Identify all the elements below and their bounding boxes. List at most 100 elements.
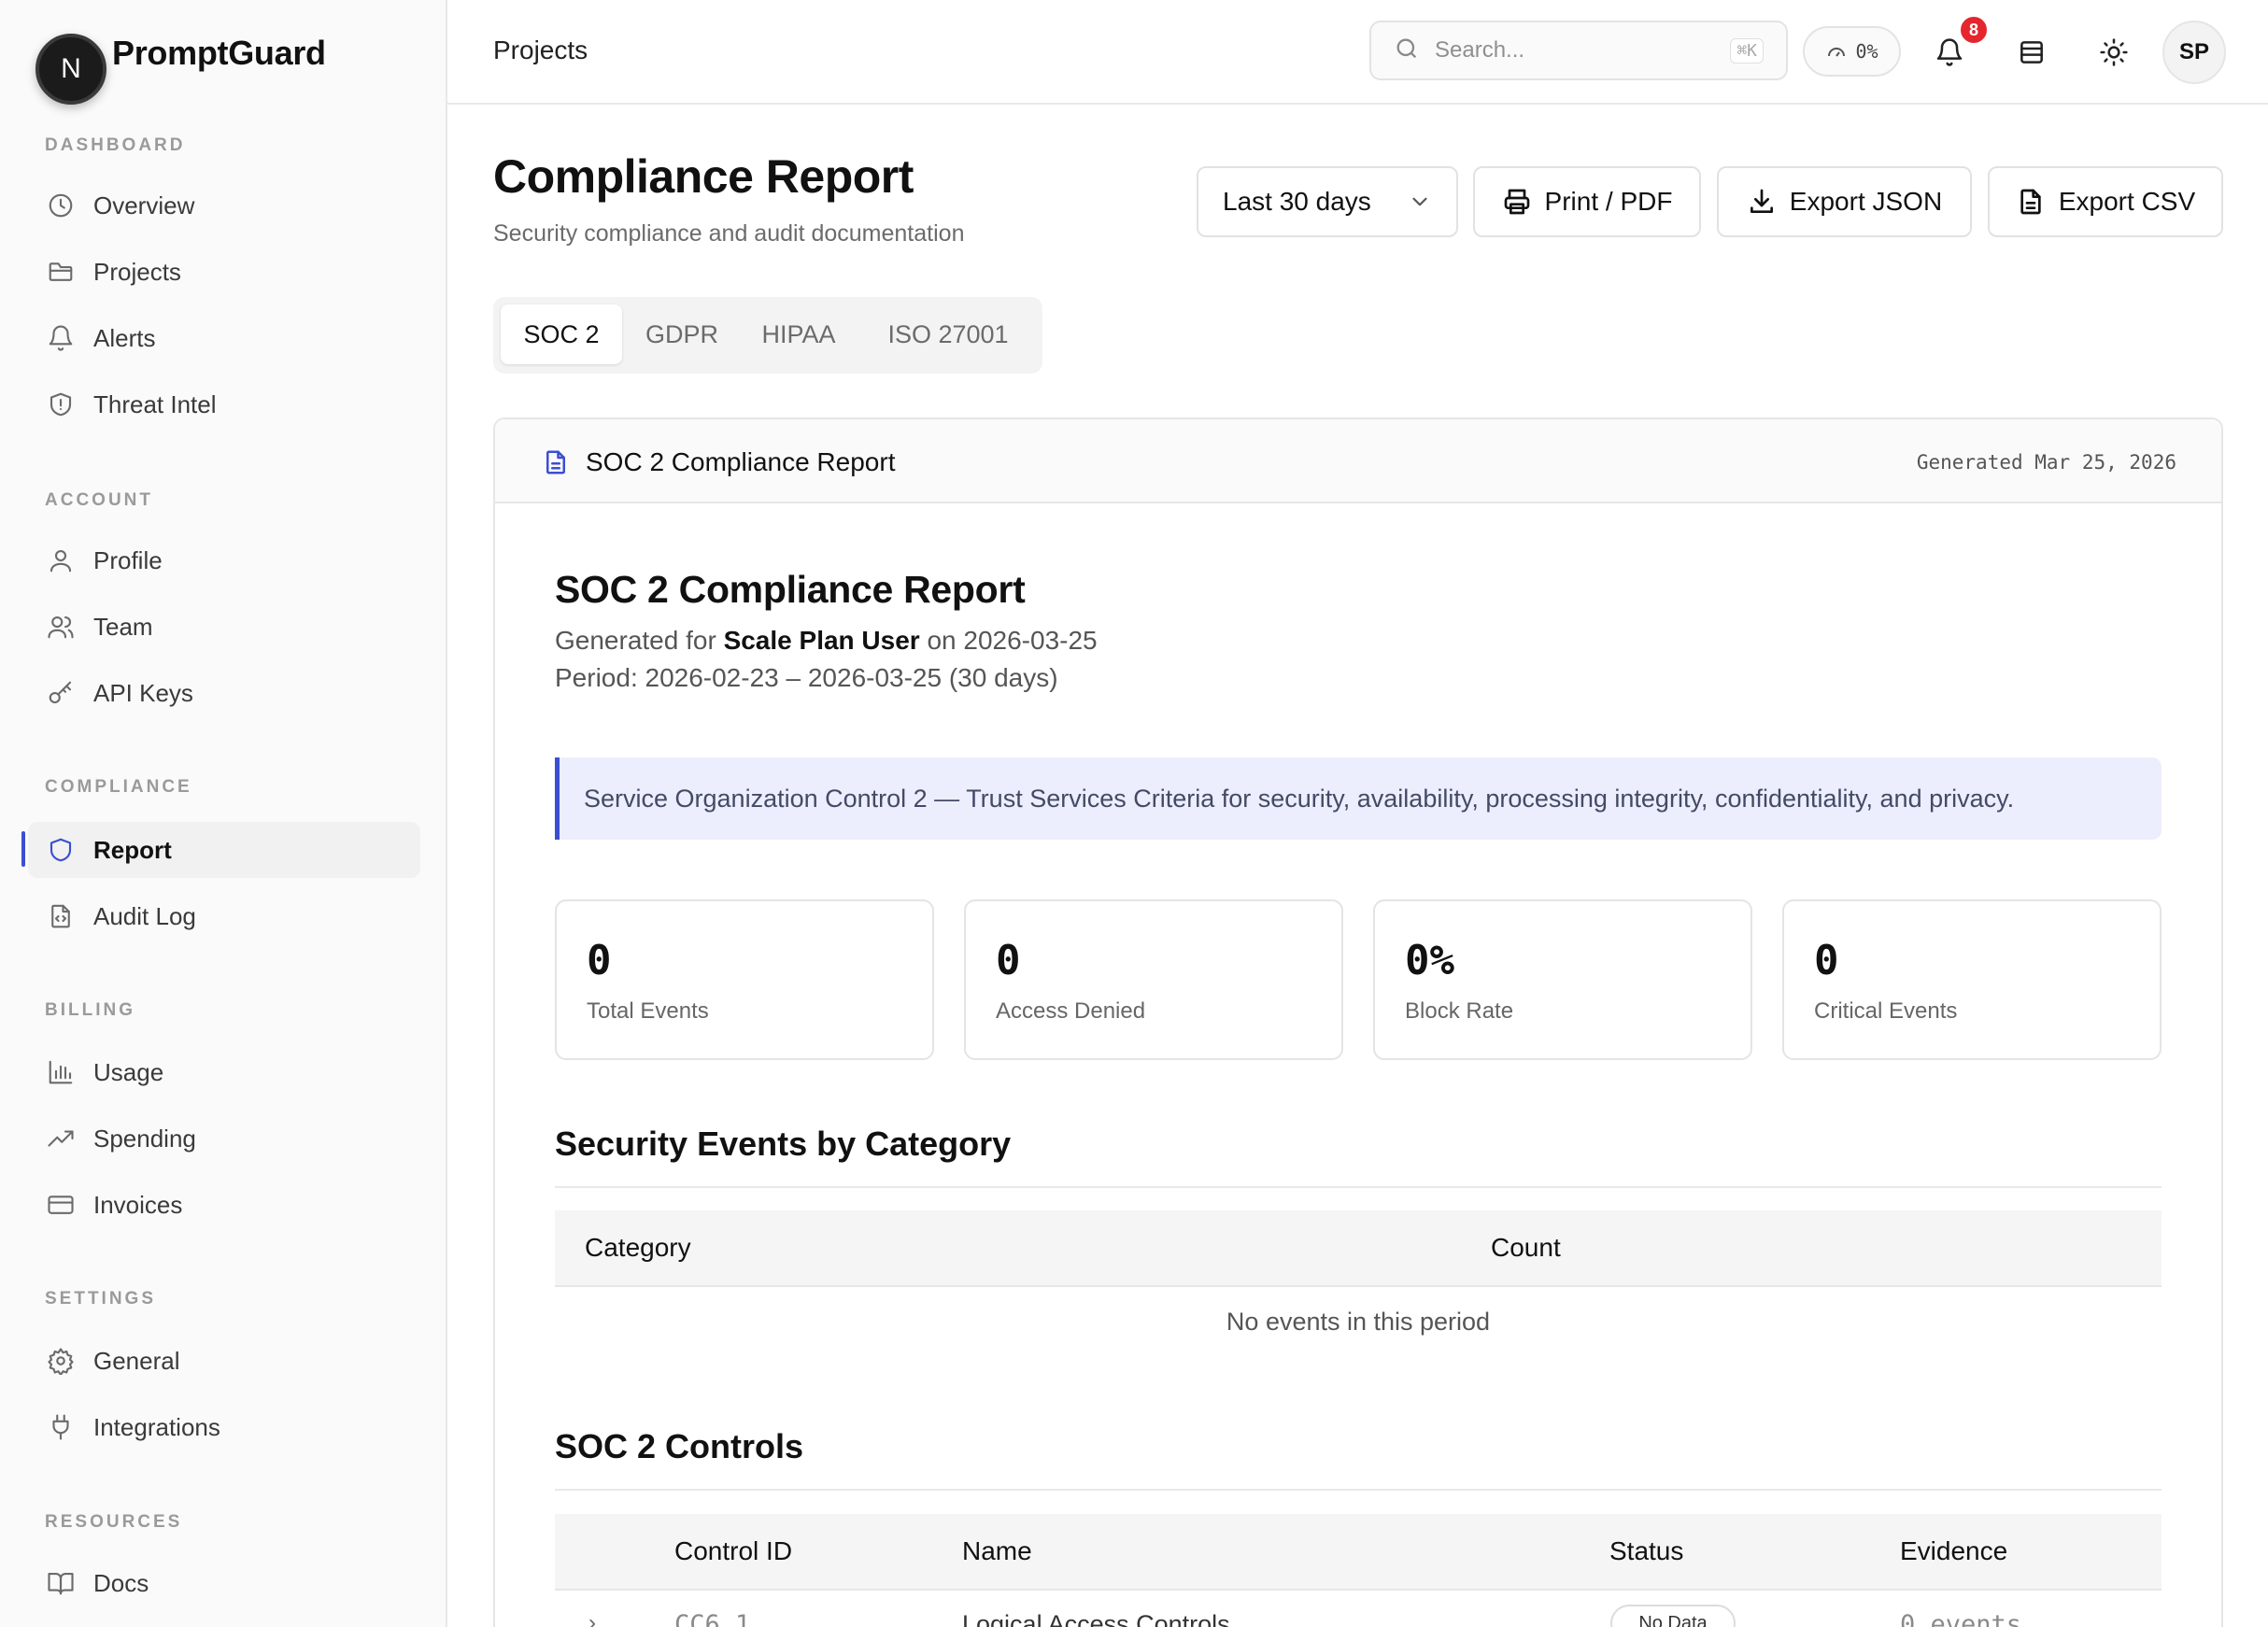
- sidebar-item-label: Threat Intel: [93, 389, 217, 418]
- avatar[interactable]: SP: [2162, 21, 2226, 84]
- tab-hipaa[interactable]: HIPAA: [742, 304, 856, 364]
- tab-soc2[interactable]: SOC 2: [501, 304, 622, 364]
- layout-button[interactable]: [2006, 26, 2058, 78]
- tab-gdpr[interactable]: GDPR: [628, 304, 736, 364]
- sidebar-item-projects[interactable]: Projects: [28, 244, 420, 300]
- column-header-status: Status: [1609, 1536, 1684, 1565]
- column-header-name: Name: [962, 1536, 1032, 1565]
- framework-tabs: SOC 2 GDPR HIPAA ISO 27001: [493, 297, 1042, 374]
- user-icon: [45, 545, 77, 576]
- sidebar-item-team[interactable]: Team: [28, 599, 420, 655]
- sidebar-item-profile[interactable]: Profile: [28, 532, 420, 588]
- sidebar-item-integrations[interactable]: Integrations: [28, 1399, 420, 1455]
- active-indicator: [21, 831, 25, 867]
- stat-card-critical-events: 0 Critical Events: [1782, 899, 2162, 1060]
- book-icon: [45, 1567, 77, 1599]
- export-json-button[interactable]: Export JSON: [1717, 166, 1972, 237]
- bell-icon: [1935, 37, 1964, 67]
- gauge-icon: [1825, 40, 1848, 63]
- theme-toggle-button[interactable]: [2088, 26, 2140, 78]
- table-row[interactable]: › CC6.1 Logical Access Controls No Data …: [555, 1590, 2162, 1627]
- sidebar-item-label: Spending: [93, 1124, 196, 1153]
- sidebar-item-label: Usage: [93, 1057, 164, 1086]
- control-id: CC6.1: [674, 1610, 751, 1627]
- sidebar-item-threat-intel[interactable]: Threat Intel: [28, 376, 420, 432]
- export-csv-label: Export CSV: [2058, 187, 2196, 216]
- plug-icon: [45, 1411, 77, 1443]
- brand-logo: N: [35, 34, 106, 105]
- report-card-header: SOC 2 Compliance Report Generated Mar 25…: [495, 419, 2221, 503]
- print-label: Print / PDF: [1544, 187, 1673, 216]
- stat-card-block-rate: 0% Block Rate: [1373, 899, 1752, 1060]
- stat-value: 0: [587, 937, 612, 984]
- events-section-title: Security Events by Category: [555, 1125, 1012, 1163]
- period-select[interactable]: Last 30 days: [1197, 166, 1458, 237]
- export-json-label: Export JSON: [1789, 187, 1943, 216]
- period-select-value: Last 30 days: [1223, 187, 1371, 216]
- stat-card-total-events: 0 Total Events: [555, 899, 934, 1060]
- breadcrumb[interactable]: Projects: [493, 35, 588, 65]
- sidebar-item-label: General: [93, 1346, 180, 1375]
- nav-group-account: ACCOUNT: [45, 490, 153, 510]
- column-header-control-id: Control ID: [674, 1536, 793, 1565]
- stat-label: Critical Events: [1814, 998, 1958, 1024]
- export-csv-button[interactable]: Export CSV: [1988, 166, 2223, 237]
- sidebar-item-spending[interactable]: Spending: [28, 1111, 420, 1167]
- gear-icon: [45, 1345, 77, 1377]
- print-button[interactable]: Print / PDF: [1473, 166, 1701, 237]
- stat-label: Block Rate: [1405, 998, 1514, 1024]
- sidebar-item-api-keys[interactable]: API Keys: [28, 665, 420, 721]
- sidebar-item-general[interactable]: General: [28, 1333, 420, 1389]
- stat-value: 0%: [1405, 937, 1454, 984]
- brand[interactable]: N PromptGuard: [35, 34, 326, 105]
- stat-card-access-denied: 0 Access Denied: [964, 899, 1343, 1060]
- search-shortcut: ⌘K: [1730, 37, 1764, 64]
- sidebar-item-label: Profile: [93, 545, 163, 574]
- generated-for-line: Generated for Scale Plan User on 2026-03…: [555, 626, 1098, 655]
- sidebar-item-label: Audit Log: [93, 901, 196, 930]
- page-subtitle: Security compliance and audit documentat…: [493, 220, 965, 247]
- generated-date: Generated Mar 25, 2026: [1916, 451, 2176, 474]
- chevron-right-icon[interactable]: ›: [588, 1610, 596, 1627]
- users-icon: [45, 611, 77, 643]
- sidebar-item-label: Overview: [93, 191, 195, 219]
- chevron-down-icon: [1408, 190, 1432, 214]
- column-header-evidence: Evidence: [1900, 1536, 2008, 1565]
- sidebar-item-label: Report: [93, 835, 172, 864]
- sun-icon: [2099, 37, 2129, 67]
- events-table-header: Category Count: [555, 1210, 2162, 1287]
- brand-name: PromptGuard: [112, 34, 326, 72]
- nav-group-settings: SETTINGS: [45, 1289, 157, 1309]
- search-icon: [1394, 35, 1420, 66]
- sidebar-item-usage[interactable]: Usage: [28, 1044, 420, 1100]
- printer-icon: [1502, 187, 1532, 217]
- sidebar-item-label: Team: [93, 612, 153, 641]
- usage-indicator[interactable]: 0%: [1803, 26, 1901, 77]
- stat-label: Total Events: [587, 998, 709, 1024]
- page-title: Compliance Report: [493, 150, 914, 203]
- bell-icon: [45, 322, 77, 354]
- clock-icon: [45, 190, 77, 221]
- sidebar-item-docs[interactable]: Docs: [28, 1555, 420, 1611]
- sidebar-item-audit-log[interactable]: Audit Log: [28, 888, 420, 944]
- folder-icon: [45, 256, 77, 288]
- report-title: SOC 2 Compliance Report: [555, 568, 1026, 611]
- usage-percent: 0%: [1855, 40, 1878, 63]
- stat-value: 0: [1814, 937, 1839, 984]
- column-header-category: Category: [585, 1233, 691, 1262]
- sidebar-item-label: Projects: [93, 257, 181, 286]
- sidebar-item-overview[interactable]: Overview: [28, 177, 420, 233]
- controls-table-header: Control ID Name Status Evidence: [555, 1514, 2162, 1591]
- evidence-count: 0 events: [1900, 1610, 2022, 1627]
- sidebar-item-label: Integrations: [93, 1412, 220, 1441]
- bar-chart-icon: [45, 1056, 77, 1088]
- sidebar-item-invoices[interactable]: Invoices: [28, 1177, 420, 1233]
- sidebar-item-alerts[interactable]: Alerts: [28, 310, 420, 366]
- sidebar-item-label: API Keys: [93, 678, 193, 707]
- search-input[interactable]: Search... ⌘K: [1369, 21, 1788, 80]
- shield-alert-icon: [45, 389, 77, 420]
- nav-group-billing: BILLING: [45, 1000, 135, 1020]
- tab-iso27001[interactable]: ISO 27001: [861, 304, 1035, 364]
- notification-badge: 8: [1959, 15, 1989, 45]
- sidebar-item-report[interactable]: Report: [28, 822, 420, 878]
